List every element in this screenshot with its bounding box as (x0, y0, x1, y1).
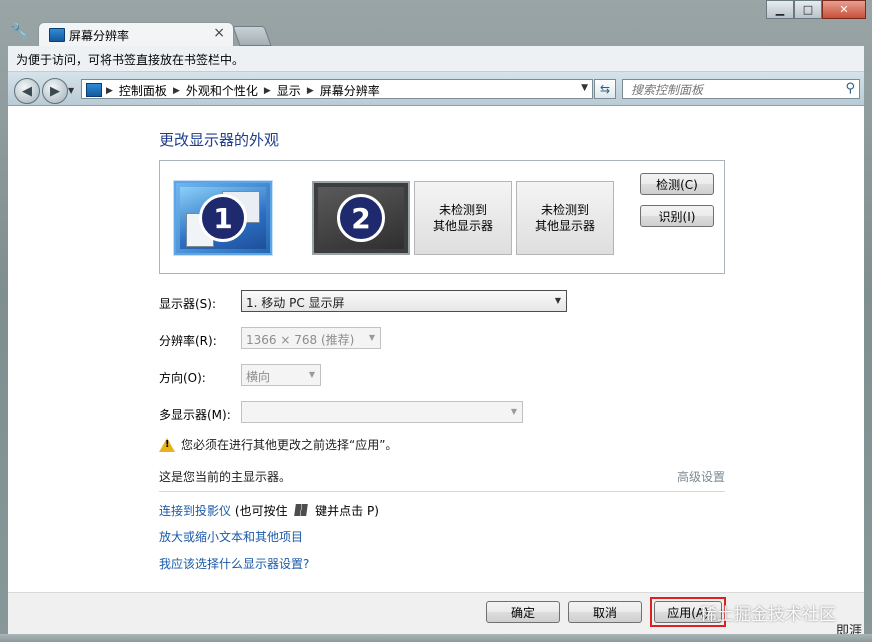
monitor-not-detected-label: 未检测到 其他显示器 (534, 203, 595, 233)
address-field[interactable]: ▶ 控制面板 ▶ 外观和个性化 ▶ 显示 ▶ 屏幕分辨率 ▼ (81, 79, 593, 99)
tab-title: 屏幕分辨率 (69, 29, 130, 43)
text-size-link[interactable]: 放大或缩小文本和其他项目 (159, 528, 303, 545)
breadcrumb-item[interactable]: 外观和个性化 (186, 82, 258, 99)
resolution-select-value: 1366 × 768 (推荐) (246, 333, 355, 347)
chevron-down-icon: ▼ (308, 370, 315, 379)
minimize-button[interactable]: ▁ (766, 0, 794, 19)
windows-key-icon (294, 504, 309, 516)
forward-arrow-icon: ▶ (50, 83, 60, 99)
orientation-select-value: 横向 (246, 370, 271, 384)
address-dropdown-icon[interactable]: ▼ (581, 83, 588, 93)
breadcrumb-separator-icon[interactable]: ▶ (173, 86, 180, 96)
monitor-1[interactable]: 1 (174, 181, 272, 255)
monitor-not-detected[interactable]: 未检测到 其他显示器 (516, 181, 614, 255)
monitor-arrangement-panel: 1 2 未检测到 其他显示器 未检测到 其他显示器 检测(C) 识别(I) (159, 160, 725, 274)
chevron-down-icon: ▼ (510, 407, 517, 416)
ok-button[interactable]: 确定 (486, 601, 560, 623)
bookmark-hint: 为便于访问，可将书签直接放在书签栏中。 (16, 53, 245, 67)
resolution-select[interactable]: 1366 × 768 (推荐) ▼ (241, 327, 381, 349)
bookmark-bar: 为便于访问，可将书签直接放在书签栏中。 (8, 46, 864, 72)
display-label: 显示器(S): (159, 297, 217, 311)
window-frame-bottom (0, 634, 872, 642)
detect-button[interactable]: 检测(C) (640, 173, 714, 195)
multi-display-label: 多显示器(M): (159, 408, 231, 422)
breadcrumb-separator-icon[interactable]: ▶ (106, 86, 113, 96)
forward-button[interactable]: ▶ (42, 78, 68, 104)
search-input[interactable] (629, 82, 833, 98)
orientation-label: 方向(O): (159, 371, 206, 385)
chevron-down-icon: ▼ (368, 333, 375, 342)
watermark: 稀土掘金技术社区 (700, 605, 836, 625)
breadcrumb: ▶ 控制面板 ▶ 外观和个性化 ▶ 显示 ▶ 屏幕分辨率 (106, 82, 380, 99)
new-tab-button[interactable] (232, 26, 272, 46)
display-select-value: 1. 移动 PC 显示屏 (246, 296, 345, 310)
breadcrumb-item[interactable]: 控制面板 (119, 82, 167, 99)
warning-icon (159, 437, 175, 452)
warning-message: 您必须在进行其他更改之前选择“应用”。 (159, 436, 397, 453)
breadcrumb-item[interactable]: 屏幕分辨率 (320, 82, 380, 99)
control-panel-icon (49, 28, 65, 42)
window-controls: ▁ □ ✕ (766, 0, 866, 20)
breadcrumb-item[interactable]: 显示 (277, 82, 301, 99)
monitor-number: 2 (337, 194, 385, 242)
page-title: 更改显示器的外观 (159, 131, 280, 149)
navigation-bar: ◀ ▶ ▼ ▶ 控制面板 ▶ 外观和个性化 ▶ 显示 ▶ 屏幕分辨率 ▼ ⇆ ⚲ (8, 72, 864, 106)
refresh-button[interactable]: ⇆ (594, 79, 616, 99)
search-icon[interactable]: ⚲ (845, 81, 855, 96)
monitor-2[interactable]: 2 (312, 181, 410, 255)
connect-projector-link[interactable]: 连接到投影仪 (159, 504, 231, 518)
monitor-not-detected-label: 未检测到 其他显示器 (432, 203, 493, 233)
history-dropdown-icon[interactable]: ▼ (68, 86, 74, 95)
which-settings-link[interactable]: 我应该选择什么显示器设置? (159, 555, 309, 572)
orientation-select[interactable]: 横向 ▼ (241, 364, 321, 386)
content-area: 更改显示器的外观 1 2 未检测到 其他显示器 未检测到 其他显示器 检测(C)… (8, 106, 864, 592)
control-panel-icon (86, 83, 102, 97)
refresh-icon: ⇆ (599, 82, 611, 96)
cancel-button[interactable]: 取消 (568, 601, 642, 623)
breadcrumb-separator-icon[interactable]: ▶ (264, 86, 271, 96)
multi-display-select[interactable]: ▼ (241, 401, 523, 423)
projector-link-row: 连接到投影仪 (也可按住 键并点击 P) (159, 502, 379, 519)
monitor-number: 1 (199, 194, 247, 242)
warning-text: 您必须在进行其他更改之前选择“应用”。 (181, 438, 398, 452)
tab-close-icon[interactable]: × (213, 25, 225, 41)
advanced-settings-link[interactable]: 高级设置 (677, 468, 725, 485)
chevron-down-icon: ▼ (554, 296, 561, 305)
identify-button[interactable]: 识别(I) (640, 205, 714, 227)
projector-hint-b: 键并点击 P) (311, 504, 379, 518)
wrench-icon[interactable]: 🔧 (10, 22, 29, 40)
search-field[interactable]: ⚲ (622, 79, 860, 99)
projector-hint-a: (也可按住 (231, 504, 292, 518)
monitor-not-detected[interactable]: 未检测到 其他显示器 (414, 181, 512, 255)
back-arrow-icon: ◀ (22, 83, 32, 99)
display-select[interactable]: 1. 移动 PC 显示屏 ▼ (241, 290, 567, 312)
primary-display-note: 这是您当前的主显示器。 (159, 470, 292, 484)
browser-tab[interactable]: 屏幕分辨率 × (38, 22, 234, 46)
maximize-button[interactable]: □ (794, 0, 822, 19)
resolution-label: 分辨率(R): (159, 334, 217, 348)
back-button[interactable]: ◀ (14, 78, 40, 104)
divider (159, 491, 725, 492)
breadcrumb-separator-icon[interactable]: ▶ (307, 86, 314, 96)
close-button[interactable]: ✕ (822, 0, 866, 19)
